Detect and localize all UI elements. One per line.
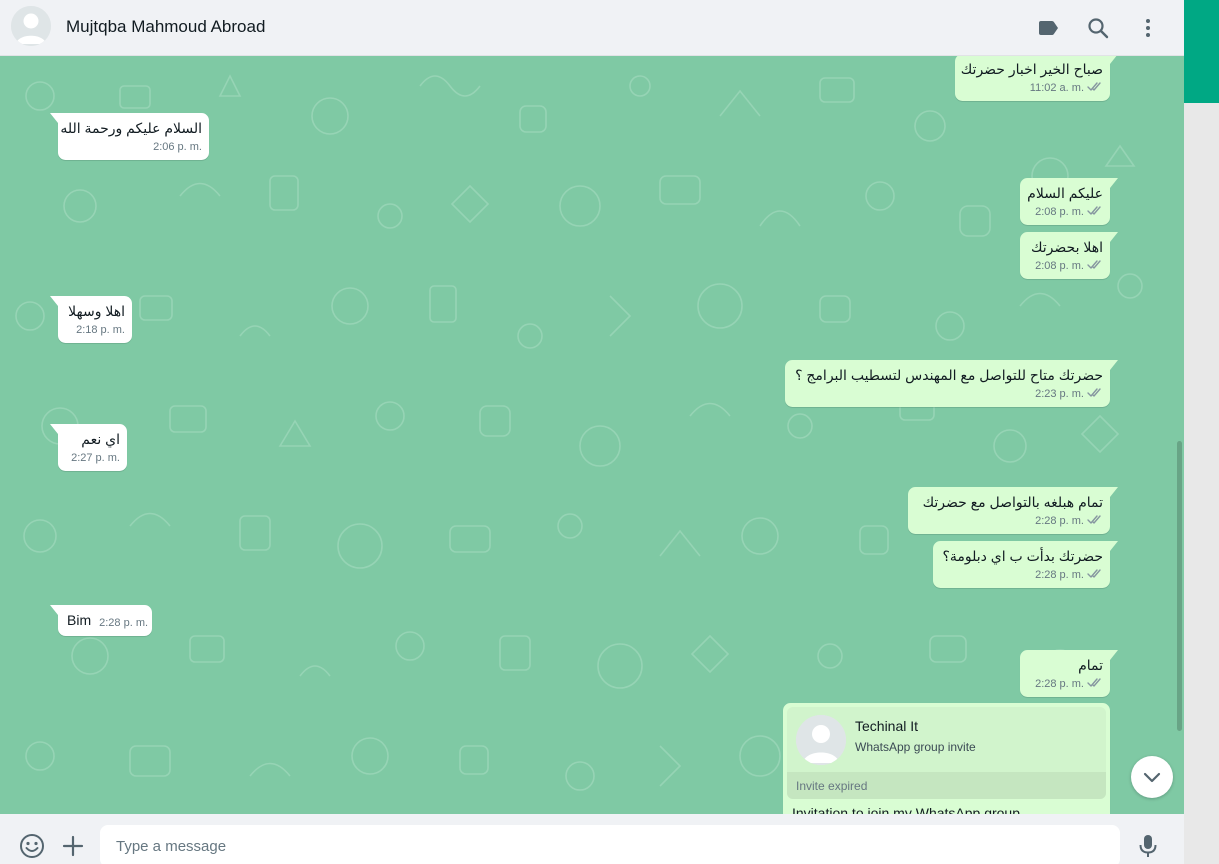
scroll-to-bottom-button[interactable] xyxy=(1131,756,1173,798)
message-text: اي نعم xyxy=(81,431,120,447)
message-time: 2:08 p. m. xyxy=(1035,260,1084,272)
double-check-icon xyxy=(1087,82,1101,91)
bubble-tail xyxy=(1110,232,1118,242)
chat-scrollbar-thumb[interactable] xyxy=(1177,441,1182,731)
double-check-icon xyxy=(1087,569,1101,578)
default-avatar-icon xyxy=(796,715,846,765)
message-text: اهلا وسهلا xyxy=(68,303,125,319)
message-meta: 2:28 p. m. xyxy=(942,568,1103,582)
message-text: حضرتك متاح للتواصل مع المهندس لتسطيب الب… xyxy=(795,367,1103,383)
outgoing-message[interactable]: اهلا بحضرتك 2:08 p. m. xyxy=(1020,232,1118,279)
emoji-icon[interactable] xyxy=(19,833,45,859)
message-time: 2:27 p. m. xyxy=(71,452,120,464)
message-time: 2:28 p. m. xyxy=(1035,678,1084,690)
bubble-tail xyxy=(50,296,58,306)
double-check-icon xyxy=(1087,678,1101,687)
microphone-icon[interactable] xyxy=(1135,833,1161,859)
search-icon[interactable] xyxy=(1086,16,1110,40)
outgoing-message[interactable]: حضرتك متاح للتواصل مع المهندس لتسطيب الب… xyxy=(785,360,1118,407)
incoming-message[interactable]: اهلا وسهلا 2:18 p. m. xyxy=(50,296,132,343)
double-check-icon xyxy=(1087,206,1101,215)
bubble-tail xyxy=(1110,360,1118,370)
attach-plus-icon[interactable] xyxy=(60,833,86,859)
bubble-tail xyxy=(1110,56,1117,64)
incoming-message[interactable]: السلام عليكم ورحمة الله 2:06 p. m. xyxy=(50,113,209,160)
group-invite-card[interactable]: Techinal It WhatsApp group invite Invite… xyxy=(783,703,1110,814)
message-text: اهلا بحضرتك xyxy=(1030,239,1103,255)
message-meta: 2:28 p. m. xyxy=(1029,677,1103,691)
accent-strip xyxy=(1184,0,1219,103)
invite-subtitle: WhatsApp group invite xyxy=(855,740,976,754)
message-input[interactable] xyxy=(100,825,1120,864)
message-time: 2:08 p. m. xyxy=(1035,206,1084,218)
bubble-tail xyxy=(50,113,58,123)
contact-avatar[interactable] xyxy=(11,6,51,46)
menu-icon[interactable] xyxy=(1136,16,1160,40)
outgoing-message[interactable]: حضرتك بدأت ب اي دبلومة؟ 2:28 p. m. xyxy=(933,541,1118,588)
message-time: 2:28 p. m. xyxy=(99,617,149,629)
bubble-tail xyxy=(1110,178,1118,188)
chat-header: Mujtqba Mahmoud Abroad xyxy=(0,0,1184,56)
message-meta: 2:08 p. m. xyxy=(1029,259,1103,273)
double-check-icon xyxy=(1087,260,1101,269)
message-text: عليكم السلام xyxy=(1027,185,1103,201)
message-text: Bim xyxy=(67,612,92,628)
default-avatar-icon xyxy=(11,6,51,46)
outgoing-message[interactable]: تمام هبلغه بالتواصل مع حضرتك 2:28 p. m. xyxy=(908,487,1118,534)
invite-preview[interactable]: Techinal It WhatsApp group invite Invite… xyxy=(787,707,1106,799)
message-meta: 2:27 p. m. xyxy=(67,451,120,465)
window-gutter xyxy=(1184,103,1219,864)
message-text: صباح الخير اخبار حضرتك xyxy=(960,61,1103,77)
message-time: 2:28 p. m. xyxy=(1035,515,1084,527)
bubble-tail xyxy=(1110,650,1118,660)
message-text: تمام xyxy=(1078,657,1103,673)
message-meta: 2:23 p. m. xyxy=(794,387,1103,401)
bubble-tail xyxy=(1110,487,1118,497)
message-composer xyxy=(0,814,1184,864)
message-time: 2:06 p. m. xyxy=(153,141,202,153)
group-name: Techinal It xyxy=(855,718,919,734)
message-text: السلام عليكم ورحمة الله xyxy=(60,120,202,136)
message-text: تمام هبلغه بالتواصل مع حضرتك xyxy=(922,494,1103,510)
double-check-icon xyxy=(1087,515,1101,524)
message-time: 2:23 p. m. xyxy=(1035,388,1084,400)
message-meta: 2:08 p. m. xyxy=(1029,205,1103,219)
outgoing-message[interactable]: عليكم السلام 2:08 p. m. xyxy=(1020,178,1118,225)
chat-pane[interactable]: صباح الخير اخبار حضرتك 11:02 a. m. السلام … xyxy=(0,56,1184,814)
contact-name[interactable]: Mujtqba Mahmoud Abroad xyxy=(66,17,265,37)
message-meta: 11:02 a. m. xyxy=(964,81,1103,95)
message-time: 2:18 p. m. xyxy=(76,324,125,336)
bubble-tail xyxy=(50,424,58,434)
invite-caption: Invitation to join my WhatsApp group xyxy=(792,805,1021,814)
message-text: حضرتك بدأت ب اي دبلومة؟ xyxy=(942,548,1103,564)
outgoing-message[interactable]: تمام 2:28 p. m. xyxy=(1020,650,1118,697)
chat-wallpaper xyxy=(15,74,1143,791)
outgoing-message[interactable]: صباح الخير اخبار حضرتك 11:02 a. m. xyxy=(955,56,1117,101)
label-icon[interactable] xyxy=(1036,16,1060,40)
message-meta: 2:28 p. m. xyxy=(917,514,1103,528)
message-meta: 2:18 p. m. xyxy=(67,323,125,337)
chevron-down-icon xyxy=(1143,772,1161,783)
double-check-icon xyxy=(1087,388,1101,397)
invite-status: Invite expired xyxy=(787,772,1106,799)
incoming-message[interactable]: Bim 2:28 p. m. xyxy=(50,605,152,636)
message-time: 11:02 a. m. xyxy=(1029,82,1084,94)
incoming-message[interactable]: اي نعم 2:27 p. m. xyxy=(50,424,127,471)
message-time: 2:28 p. m. xyxy=(1035,569,1084,581)
group-avatar xyxy=(796,715,846,765)
message-meta: 2:06 p. m. xyxy=(67,140,202,154)
bubble-tail xyxy=(50,605,58,615)
bubble-tail xyxy=(1110,541,1118,551)
